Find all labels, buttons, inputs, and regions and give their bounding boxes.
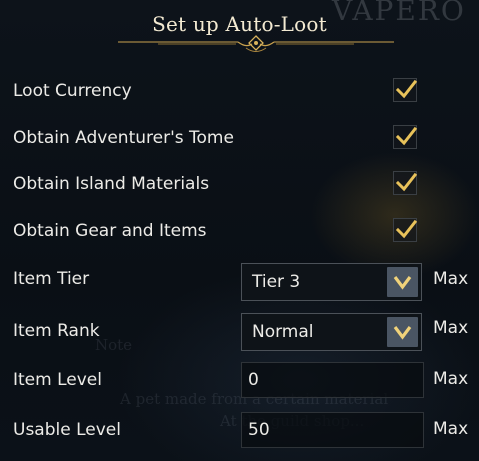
item-level-label: Item Level xyxy=(13,370,102,390)
checkmark-icon xyxy=(395,219,417,239)
item-rank-label: Item Rank xyxy=(13,321,100,341)
usable-level-input[interactable] xyxy=(242,413,423,447)
dialog-header: Set up Auto-Loot xyxy=(0,0,479,58)
obtain-island-materials-checkbox[interactable] xyxy=(393,171,417,195)
obtain-island-materials-row: Obtain Island Materials xyxy=(0,167,479,201)
ornament-divider-icon xyxy=(118,35,394,52)
obtain-adventurers-tome-checkbox[interactable] xyxy=(393,125,417,149)
checkmark-icon xyxy=(395,172,417,192)
item-tier-dropdown-button[interactable] xyxy=(387,267,418,297)
checkmark-icon xyxy=(395,126,417,146)
obtain-gear-and-items-row: Obtain Gear and Items xyxy=(0,214,479,248)
chevron-down-icon xyxy=(393,276,412,290)
obtain-adventurers-tome-row: Obtain Adventurer's Tome xyxy=(0,121,479,155)
obtain-gear-and-items-label: Obtain Gear and Items xyxy=(13,221,207,241)
item-tier-dropdown[interactable]: Tier 3 xyxy=(241,263,422,301)
obtain-adventurers-tome-label: Obtain Adventurer's Tome xyxy=(13,128,234,148)
item-level-field[interactable] xyxy=(241,362,424,398)
loot-currency-label: Loot Currency xyxy=(13,81,132,101)
obtain-island-materials-label: Obtain Island Materials xyxy=(13,174,210,194)
loot-currency-row: Loot Currency xyxy=(0,74,479,108)
item-tier-max-label: Max xyxy=(433,269,469,289)
usable-level-field[interactable] xyxy=(241,412,424,448)
dialog-title: Set up Auto-Loot xyxy=(152,12,327,36)
item-rank-value: Normal xyxy=(252,322,314,342)
item-level-input[interactable] xyxy=(242,363,423,397)
chevron-down-icon xyxy=(393,326,412,340)
item-rank-dropdown[interactable]: Normal xyxy=(241,313,422,351)
item-tier-label: Item Tier xyxy=(13,269,90,289)
obtain-gear-and-items-checkbox[interactable] xyxy=(393,218,417,242)
item-rank-dropdown-button[interactable] xyxy=(387,317,418,347)
item-rank-max-label: Max xyxy=(433,318,469,338)
usable-level-label: Usable Level xyxy=(13,420,121,440)
usable-level-max-label: Max xyxy=(433,419,469,439)
item-tier-value: Tier 3 xyxy=(252,272,301,292)
item-level-max-label: Max xyxy=(433,369,469,389)
checkmark-icon xyxy=(395,79,417,99)
loot-currency-checkbox[interactable] xyxy=(393,78,417,102)
